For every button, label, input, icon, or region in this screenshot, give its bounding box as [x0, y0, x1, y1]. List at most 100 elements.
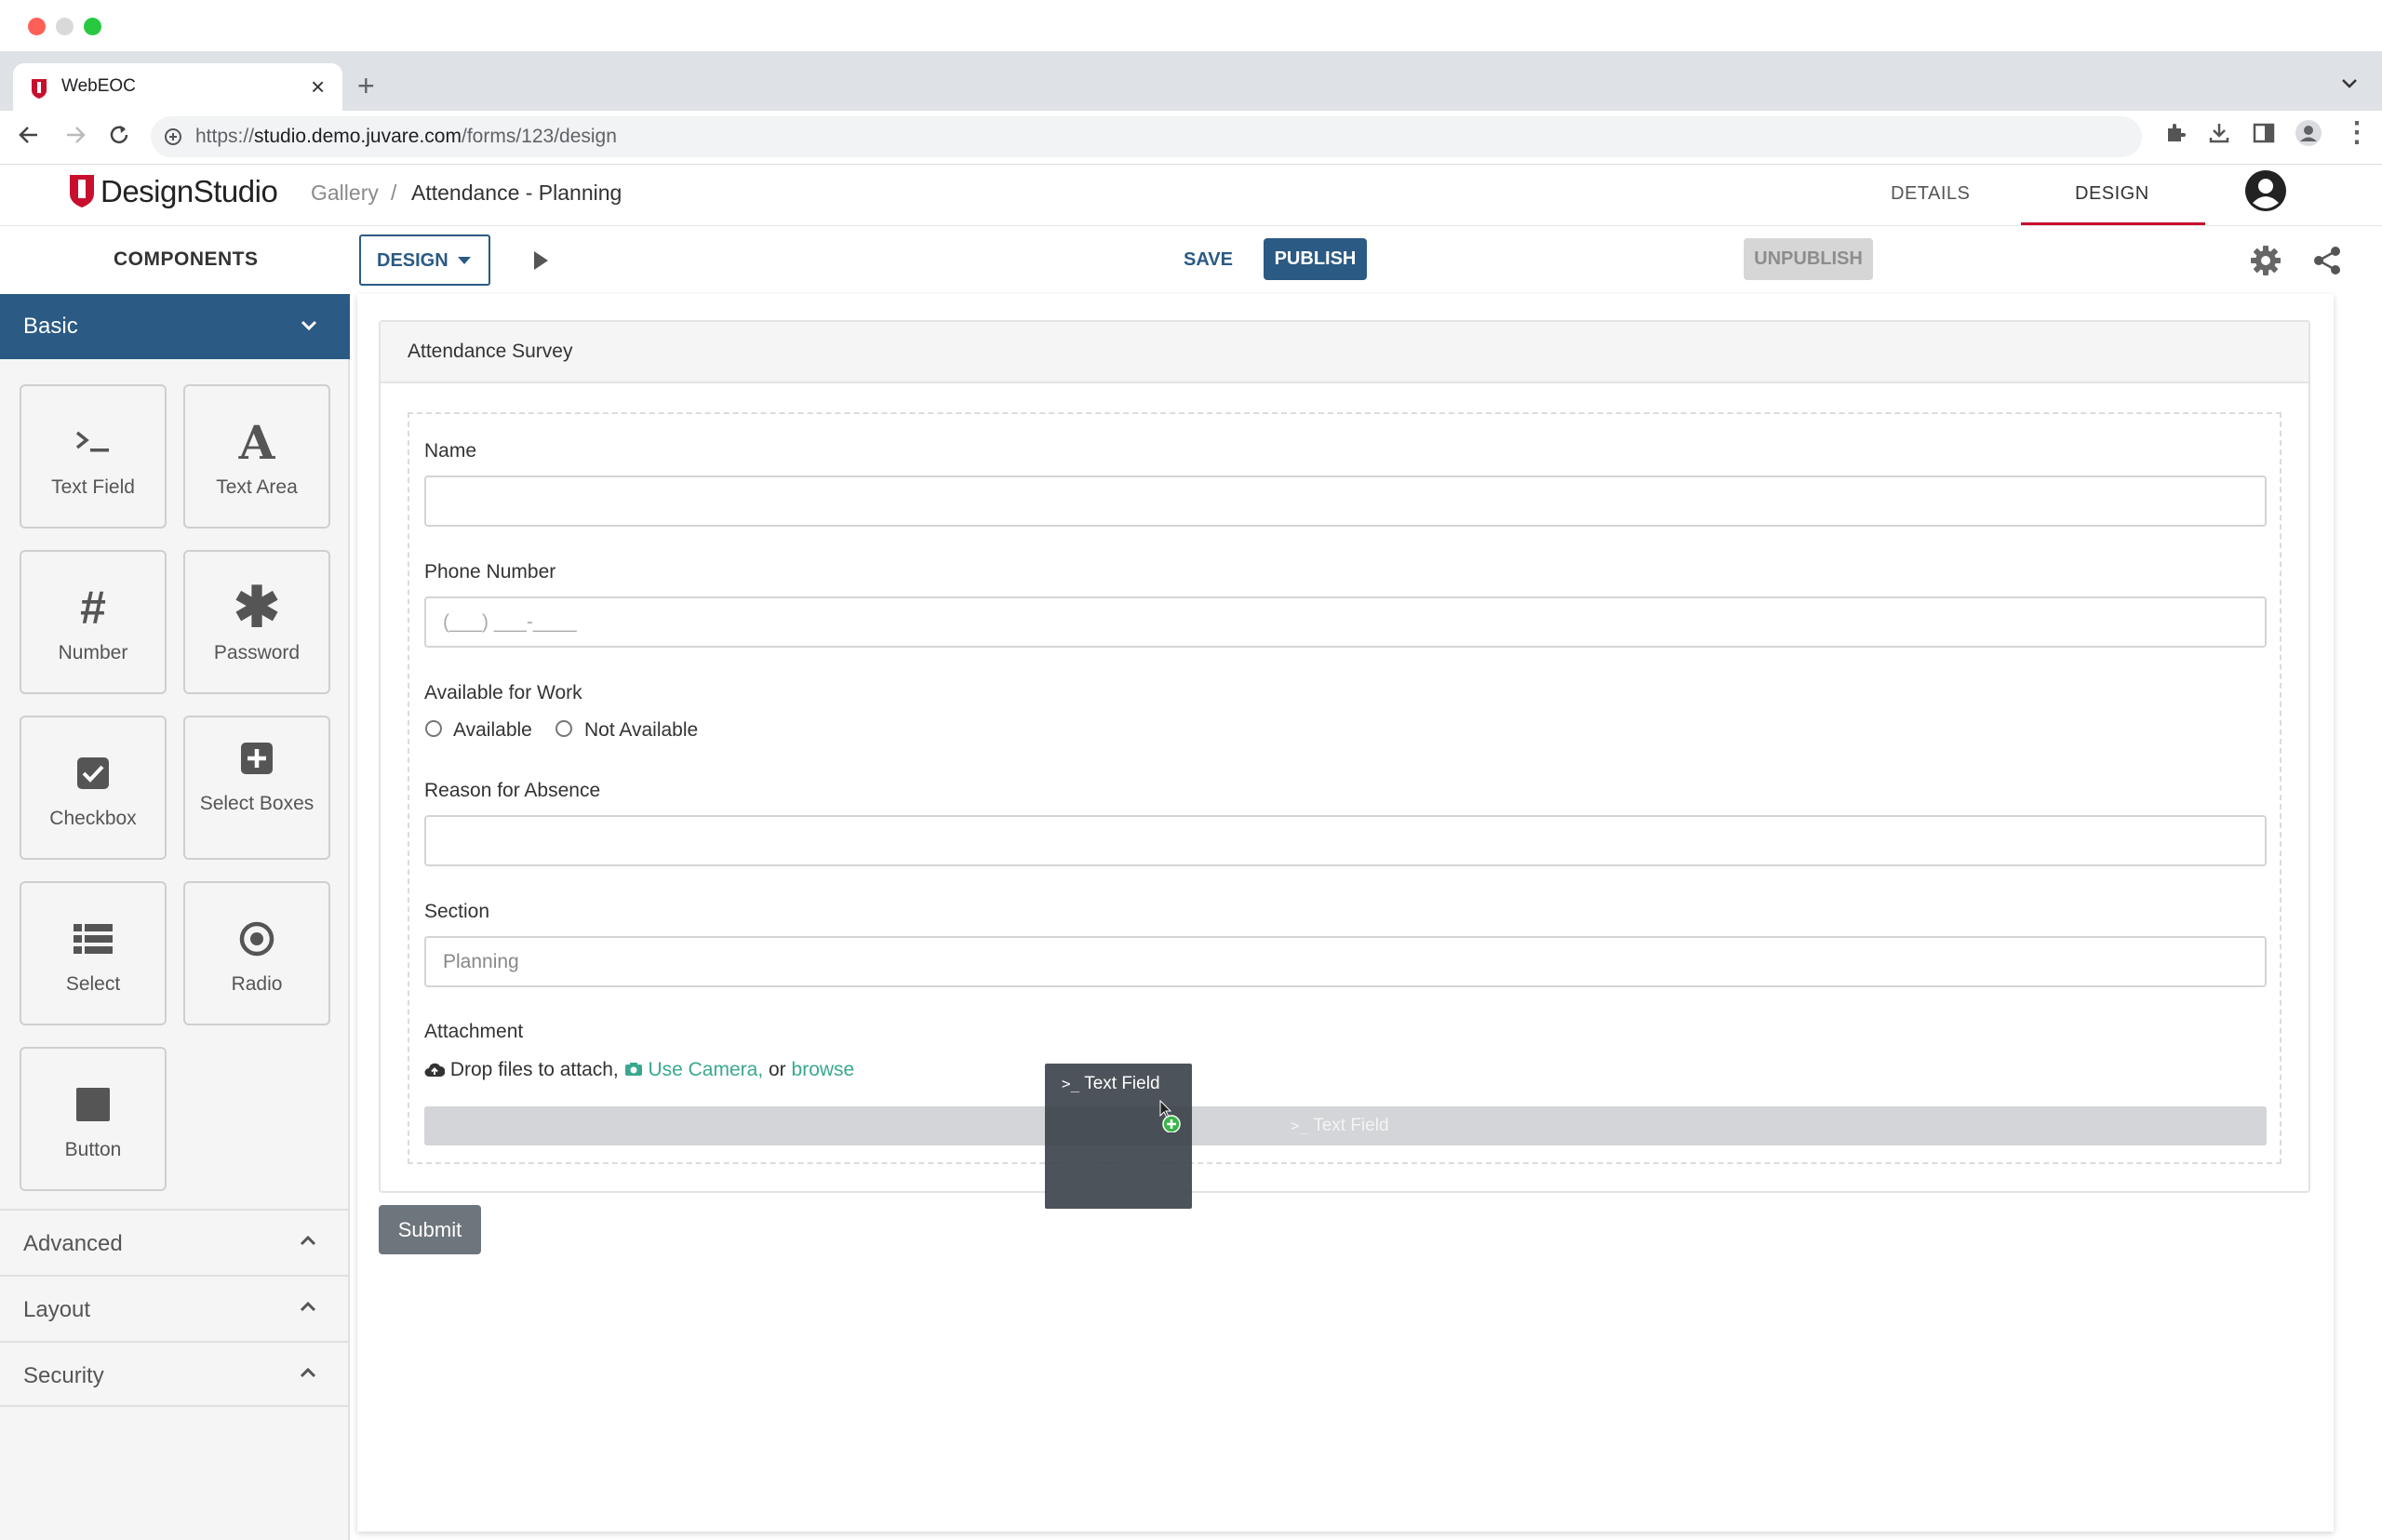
component-password[interactable]: ✱ Password [183, 550, 330, 694]
component-button[interactable]: Button [20, 1047, 167, 1191]
submit-button[interactable]: Submit [379, 1205, 481, 1254]
radio-not-available-label[interactable]: Not Available [584, 719, 698, 742]
browser-menu-icon[interactable]: ⋮ [2343, 119, 2371, 147]
chevron-up-icon [300, 1367, 316, 1378]
maximize-window-button[interactable] [84, 18, 101, 35]
drop-placeholder: >_ Text Field [424, 1106, 2267, 1145]
browse-link[interactable]: browse [792, 1059, 855, 1080]
url-path: /forms/123/design [461, 126, 617, 147]
plus-square-icon [241, 743, 273, 774]
url-host: studio.demo.juvare.com [254, 126, 462, 147]
phone-input[interactable]: (___) ___-____ [424, 596, 2267, 648]
app-header: DesignStudio Gallery / Attendance - Plan… [0, 165, 2382, 226]
tab-search-chevron-icon[interactable] [2341, 78, 2358, 89]
component-checkbox[interactable]: Checkbox [20, 716, 167, 860]
section-label: Section [424, 901, 490, 922]
component-label: Password [213, 642, 301, 663]
radio-available-label[interactable]: Available [453, 719, 532, 742]
layout-accordion-label: Layout [23, 1297, 91, 1322]
component-text-field[interactable]: Text Field [20, 384, 167, 529]
side-panel-icon[interactable] [2252, 121, 2276, 145]
section-input[interactable]: Planning [424, 936, 2267, 987]
component-number[interactable]: # Number [20, 550, 167, 694]
tab-title: WebEOC [61, 76, 136, 96]
extensions-icon[interactable] [2162, 121, 2187, 145]
form-title: Attendance Survey [408, 341, 573, 362]
reason-input[interactable] [424, 815, 2267, 866]
drag-ghost-text: Text Field [1084, 1074, 1160, 1093]
radio-not-available[interactable] [555, 720, 572, 737]
site-info-icon[interactable] [164, 127, 182, 146]
breadcrumb-current: Attendance - Planning [411, 181, 622, 205]
attachment-dropzone[interactable]: Drop files to attach, Use Camera, or bro… [424, 1059, 854, 1081]
unpublish-button[interactable]: UNPUBLISH [1744, 238, 1873, 280]
breadcrumb-gallery[interactable]: Gallery [311, 181, 379, 206]
profile-icon[interactable] [2295, 119, 2322, 147]
component-label: Select [65, 973, 121, 995]
security-accordion-header[interactable]: Security [0, 1341, 350, 1407]
name-input[interactable] [424, 475, 2267, 527]
availability-label: Available for Work [424, 682, 582, 703]
drop-placeholder-text: Text Field [1313, 1116, 1389, 1135]
back-icon[interactable] [17, 123, 41, 147]
component-label: Button [64, 1139, 122, 1160]
active-tab-indicator [2021, 222, 2205, 225]
share-icon[interactable] [2311, 245, 2343, 276]
save-button[interactable]: SAVE [1184, 249, 1233, 271]
component-radio[interactable]: Radio [183, 881, 330, 1025]
address-bar[interactable]: https://studio.demo.juvare.com/forms/123… [151, 116, 2142, 157]
close-tab-icon[interactable]: × [311, 73, 325, 101]
phone-label: Phone Number [424, 561, 556, 583]
forward-icon[interactable] [63, 123, 87, 147]
use-camera-link[interactable]: Use Camera, [648, 1059, 763, 1080]
mode-dropdown[interactable]: DESIGN [359, 234, 490, 286]
download-icon[interactable] [2207, 121, 2231, 145]
account-icon[interactable] [2244, 169, 2287, 212]
publish-button[interactable]: PUBLISH [1264, 238, 1367, 280]
attachment-label: Attachment [424, 1021, 524, 1042]
minimize-window-button[interactable] [56, 18, 74, 35]
preview-play-icon[interactable] [532, 250, 549, 271]
list-icon [74, 924, 113, 954]
component-text-area[interactable]: A Text Area [183, 384, 330, 529]
mode-dropdown-label: DESIGN [377, 250, 448, 271]
caret-down-icon [458, 257, 471, 264]
cloud-upload-icon [424, 1063, 446, 1077]
tab-design[interactable]: DESIGN [2075, 183, 2149, 205]
component-label: Radio [231, 973, 283, 995]
tab-details[interactable]: DETAILS [1891, 183, 1970, 205]
component-label: Text Area [216, 476, 298, 498]
stop-icon [76, 1088, 110, 1121]
browser-tab[interactable]: WebEOC × [13, 63, 342, 111]
terminal-icon: >_ [1291, 1117, 1309, 1134]
or-text: or [769, 1059, 786, 1080]
component-label: Number [58, 642, 128, 663]
dot-circle-icon [239, 921, 274, 957]
gear-icon[interactable] [2250, 245, 2282, 276]
close-window-button[interactable] [28, 18, 46, 35]
component-label: Text Field [51, 476, 135, 498]
brand-name: DesignStudio [100, 174, 278, 208]
advanced-accordion-header[interactable]: Advanced [0, 1209, 350, 1275]
layout-accordion-header[interactable]: Layout [0, 1275, 350, 1341]
chevron-up-icon [300, 1301, 316, 1312]
component-select[interactable]: Select [20, 881, 167, 1025]
component-label: Select Boxes [199, 793, 314, 814]
terminal-icon: >_ [1062, 1075, 1080, 1092]
camera-icon[interactable] [624, 1062, 643, 1077]
component-label: Checkbox [49, 808, 137, 829]
drop-files-text: Drop files to attach, [449, 1059, 619, 1080]
terminal-icon [75, 431, 109, 452]
logo-icon [70, 175, 94, 208]
chevron-up-icon [300, 1235, 316, 1246]
new-tab-icon[interactable]: + [357, 71, 375, 100]
browser-titlebar [0, 0, 2382, 51]
drag-ghost: >_ Text Field [1045, 1064, 1192, 1209]
reload-icon[interactable] [106, 122, 132, 148]
favicon-icon [32, 79, 47, 99]
radio-available[interactable] [425, 720, 442, 737]
component-select-boxes[interactable]: Select Boxes [183, 716, 330, 860]
basic-accordion-header[interactable]: Basic [0, 294, 350, 359]
url-prefix: https:// [195, 126, 255, 147]
asterisk-icon: ✱ [233, 576, 281, 638]
